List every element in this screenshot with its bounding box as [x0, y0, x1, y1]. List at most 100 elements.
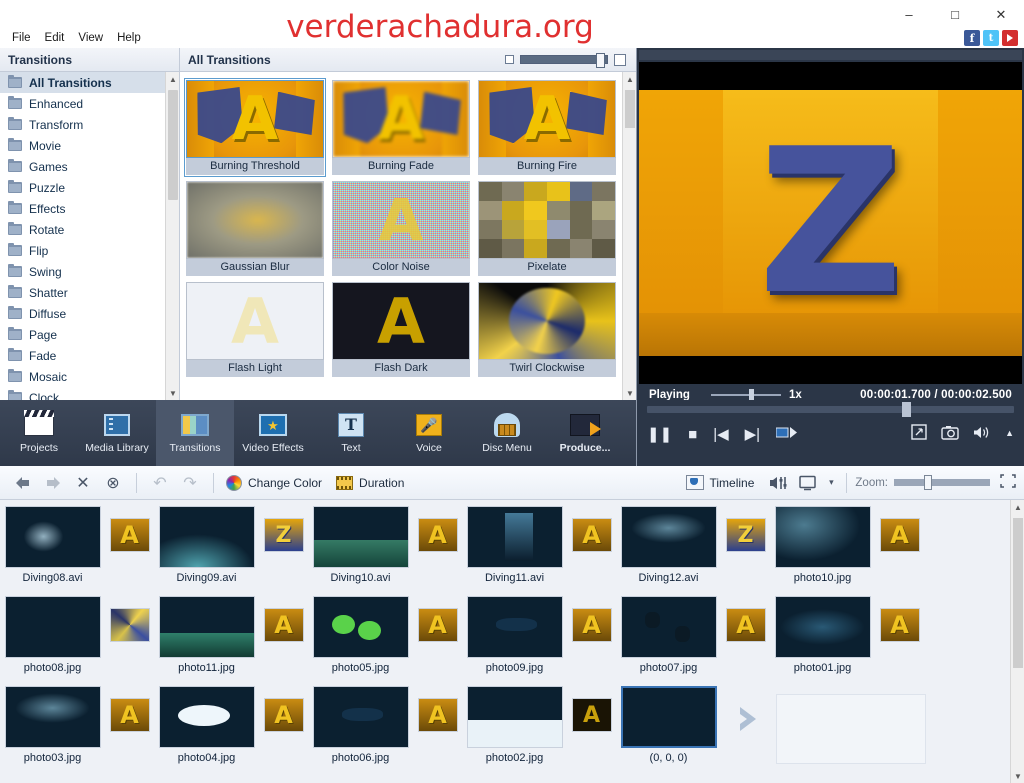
storyboard-transition[interactable]: A [259, 596, 308, 642]
sidebar-item-fade[interactable]: Fade [0, 345, 166, 366]
storyboard-transition[interactable]: A [875, 596, 924, 642]
transition-thumbnail[interactable]: A [332, 181, 470, 259]
clip-thumbnail[interactable] [312, 506, 409, 568]
transition-item[interactable]: Gaussian Blur [186, 181, 324, 276]
storyboard-transition[interactable]: A [413, 506, 462, 552]
transition-item[interactable]: A Burning Threshold [184, 78, 326, 177]
transition-thumbnail[interactable]: A [109, 698, 150, 732]
view-mode-button[interactable] [794, 469, 824, 497]
zoom-slider-knob[interactable] [924, 475, 932, 490]
storyboard-transition[interactable] [105, 596, 154, 642]
sidebar-item-flip[interactable]: Flip [0, 240, 166, 261]
sidebar-item-games[interactable]: Games [0, 156, 166, 177]
storyboard-scroll-up-icon[interactable]: ▲ [1011, 500, 1024, 514]
transition-item[interactable]: A Burning Fire [478, 80, 616, 175]
menu-edit[interactable]: Edit [39, 30, 71, 46]
undo-button[interactable]: ↶ [145, 469, 175, 497]
storyboard-clip[interactable]: photo05.jpg [308, 596, 413, 674]
timeline-button[interactable]: Timeline [682, 475, 765, 490]
clip-thumbnail[interactable] [312, 596, 409, 658]
tab-voice[interactable]: 🎤 Voice [390, 400, 468, 466]
storyboard-scroll-down-icon[interactable]: ▼ [1011, 769, 1024, 783]
transition-thumbnail[interactable] [478, 282, 616, 360]
sidebar-item-transform[interactable]: Transform [0, 114, 166, 135]
storyboard-transition[interactable]: Z [259, 506, 308, 552]
sidebar-item-enhanced[interactable]: Enhanced [0, 93, 166, 114]
volume-caret-icon[interactable]: ▲ [1005, 429, 1014, 438]
storyboard-clip[interactable]: photo01.jpg [770, 596, 875, 674]
transition-thumbnail[interactable]: A [332, 80, 470, 158]
preview-video[interactable]: Z [639, 62, 1022, 384]
maximize-button[interactable]: □ [932, 0, 978, 28]
sidebar-item-movie[interactable]: Movie [0, 135, 166, 156]
sidebar-item-effects[interactable]: Effects [0, 198, 166, 219]
transition-thumbnail[interactable]: A [417, 698, 458, 732]
zoom-slider[interactable] [894, 475, 990, 490]
grid-scroll-down-icon[interactable]: ▼ [623, 386, 636, 400]
transition-item[interactable]: A Flash Dark [332, 282, 470, 377]
fullscreen-icon[interactable] [911, 424, 927, 443]
clip-thumbnail[interactable] [466, 506, 563, 568]
storyboard-clip[interactable]: photo11.jpg [154, 596, 259, 674]
transition-item[interactable]: Pixelate [478, 181, 616, 276]
storyboard-clip[interactable]: Diving09.avi [154, 506, 259, 584]
clip-thumbnail[interactable] [774, 596, 871, 658]
storyboard-transition[interactable]: A [413, 596, 462, 642]
fit-to-window-icon[interactable] [1000, 474, 1016, 491]
slider-knob[interactable] [596, 53, 605, 68]
empty-slot[interactable] [776, 694, 926, 764]
tab-video-effects[interactable]: ★ Video Effects [234, 400, 312, 466]
transition-thumbnail[interactable]: A [263, 608, 304, 642]
grid-scrollbar[interactable]: ▲ ▼ [622, 72, 636, 400]
transition-thumbnail[interactable]: A [478, 80, 616, 158]
tab-transitions[interactable]: Transitions [156, 400, 234, 466]
change-color-button[interactable]: Change Color [222, 474, 332, 491]
storyboard-clip[interactable]: Diving11.avi [462, 506, 567, 584]
sidebar-item-page[interactable]: Page [0, 324, 166, 345]
storyboard-clip[interactable]: Diving12.avi [616, 506, 721, 584]
previous-button[interactable]: |◀ [713, 427, 728, 442]
transition-thumbnail[interactable] [478, 181, 616, 259]
storyboard-clip[interactable]: Diving10.avi [308, 506, 413, 584]
sidebar-item-all-transitions[interactable]: All Transitions [0, 72, 166, 93]
tab-projects[interactable]: Projects [0, 400, 78, 466]
forward-button[interactable] [38, 469, 68, 497]
add-next-chevron-icon[interactable] [721, 686, 776, 736]
storyboard-scrollbar[interactable]: ▲ ▼ [1010, 500, 1024, 783]
storyboard-clip[interactable]: photo02.jpg [462, 686, 567, 764]
transition-thumbnail[interactable]: A [571, 698, 612, 732]
clip-thumbnail[interactable] [158, 686, 255, 748]
small-thumbnail-icon[interactable] [505, 55, 514, 64]
twitter-icon[interactable]: t [983, 30, 999, 46]
redo-button[interactable]: ↷ [175, 469, 205, 497]
transition-thumbnail[interactable]: A [879, 518, 920, 552]
clip-thumbnail[interactable] [620, 596, 717, 658]
youtube-icon[interactable] [1002, 30, 1018, 46]
scroll-up-icon[interactable]: ▲ [166, 72, 179, 86]
transition-thumbnail[interactable]: A [417, 608, 458, 642]
scrollbar-thumb[interactable] [168, 90, 178, 200]
storyboard-transition[interactable]: A [105, 686, 154, 732]
tab-text[interactable]: T Text [312, 400, 390, 466]
grid-scrollbar-thumb[interactable] [625, 90, 635, 128]
stop-button[interactable]: ■ [688, 427, 697, 442]
storyboard-clip[interactable]: photo10.jpg [770, 506, 875, 584]
transition-item[interactable]: A Flash Light [186, 282, 324, 377]
step-forward-button[interactable] [775, 426, 798, 442]
clip-thumbnail[interactable] [4, 506, 101, 568]
duration-button[interactable]: Duration [332, 475, 414, 490]
volume-icon[interactable] [973, 425, 991, 443]
seek-bar[interactable] [647, 402, 1014, 417]
menu-help[interactable]: Help [111, 30, 147, 46]
transition-thumbnail[interactable]: A [109, 518, 150, 552]
seek-knob[interactable] [902, 402, 911, 417]
tab-produce[interactable]: Produce... [546, 400, 624, 466]
storyboard-transition[interactable]: A [413, 686, 462, 732]
storyboard-clip[interactable]: photo04.jpg [154, 686, 259, 764]
storyboard-clip[interactable]: photo07.jpg [616, 596, 721, 674]
sidebar-item-shatter[interactable]: Shatter [0, 282, 166, 303]
sidebar-item-clock[interactable]: Clock [0, 387, 166, 400]
menu-file[interactable]: File [6, 30, 37, 46]
storyboard-transition[interactable]: A [721, 596, 770, 642]
transition-thumbnail[interactable]: A [879, 608, 920, 642]
